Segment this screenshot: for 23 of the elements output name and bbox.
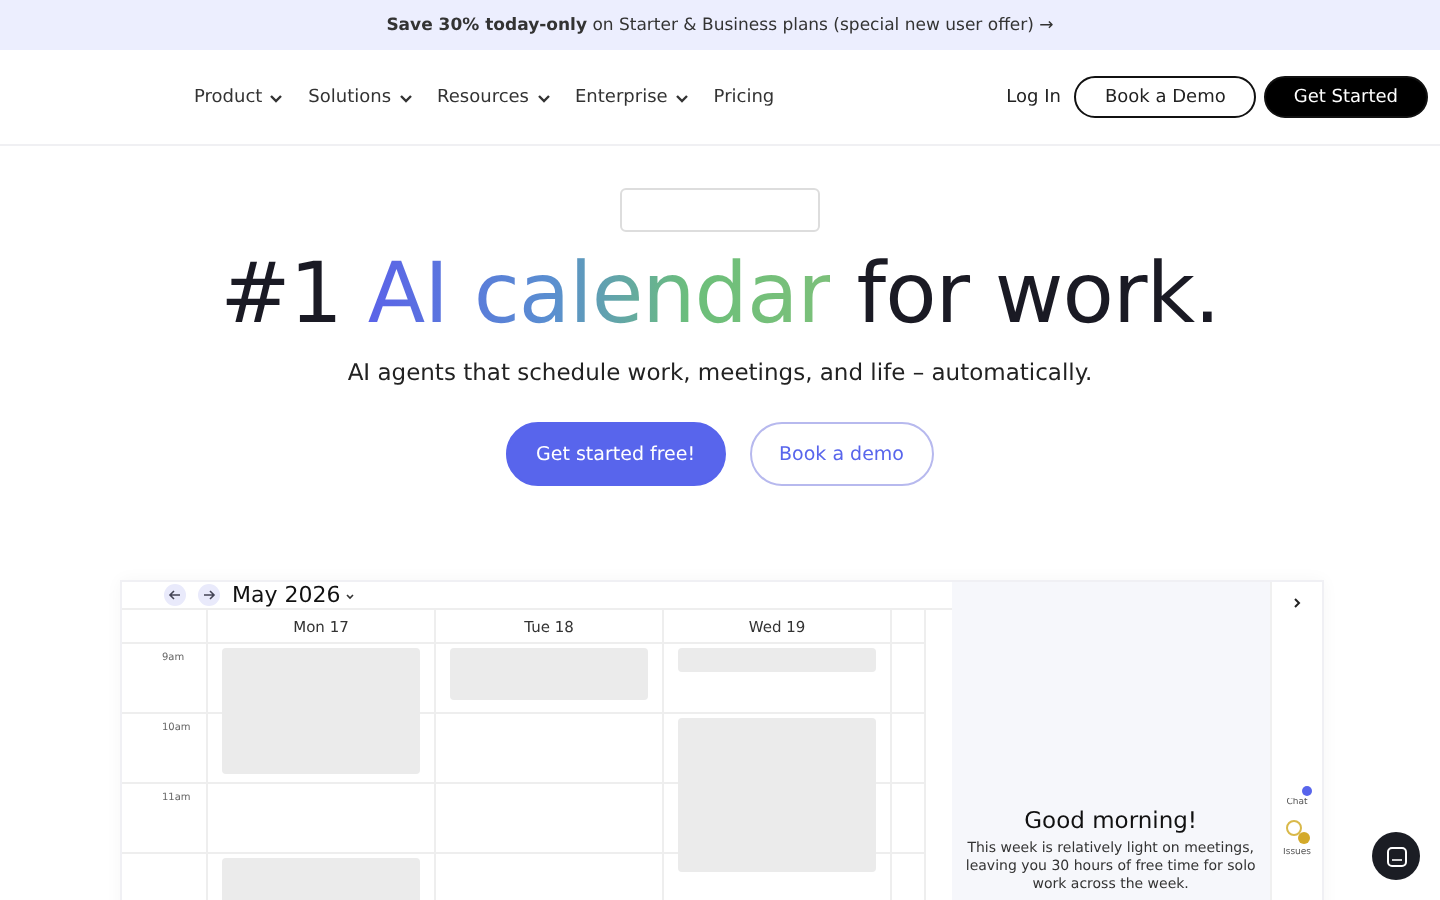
- nav-item[interactable]: Enterprise: [575, 87, 690, 107]
- next-button[interactable]: [198, 584, 220, 606]
- greeting: Good morning!: [1024, 806, 1198, 834]
- chat-button[interactable]: [1372, 832, 1420, 880]
- chat-icon: [1385, 845, 1407, 867]
- nav-item[interactable]: Product: [194, 87, 285, 107]
- chevron-right-icon[interactable]: [1290, 596, 1305, 610]
- arrow-left-icon: [168, 588, 182, 602]
- headline: #1 AI calendar for work.: [220, 244, 1220, 342]
- book-demo-button[interactable]: Book a demo: [749, 422, 934, 486]
- nav-item[interactable]: Pricing: [713, 87, 775, 107]
- arrow-right-icon: [202, 588, 216, 602]
- subtitle: AI agents that schedule work, meetings, and life – automatically.: [347, 358, 1093, 386]
- month-selector[interactable]: May 2026: [232, 582, 357, 608]
- previous-button[interactable]: [164, 584, 186, 606]
- book-demo-button[interactable]: Book a Demo: [1074, 76, 1256, 118]
- nav-item[interactable]: Solutions: [308, 87, 414, 107]
- login-link[interactable]: Log In: [1000, 76, 1067, 118]
- get-started-button[interactable]: Get Started: [1263, 76, 1428, 118]
- nav-item[interactable]: Resources: [437, 87, 551, 107]
- promo-text[interactable]: Save 30% today-only on Starter & Business plans (special new user offer) →: [386, 15, 1054, 35]
- chevron-down-icon: [344, 589, 357, 601]
- get-started-button[interactable]: Get started free!: [506, 422, 726, 486]
